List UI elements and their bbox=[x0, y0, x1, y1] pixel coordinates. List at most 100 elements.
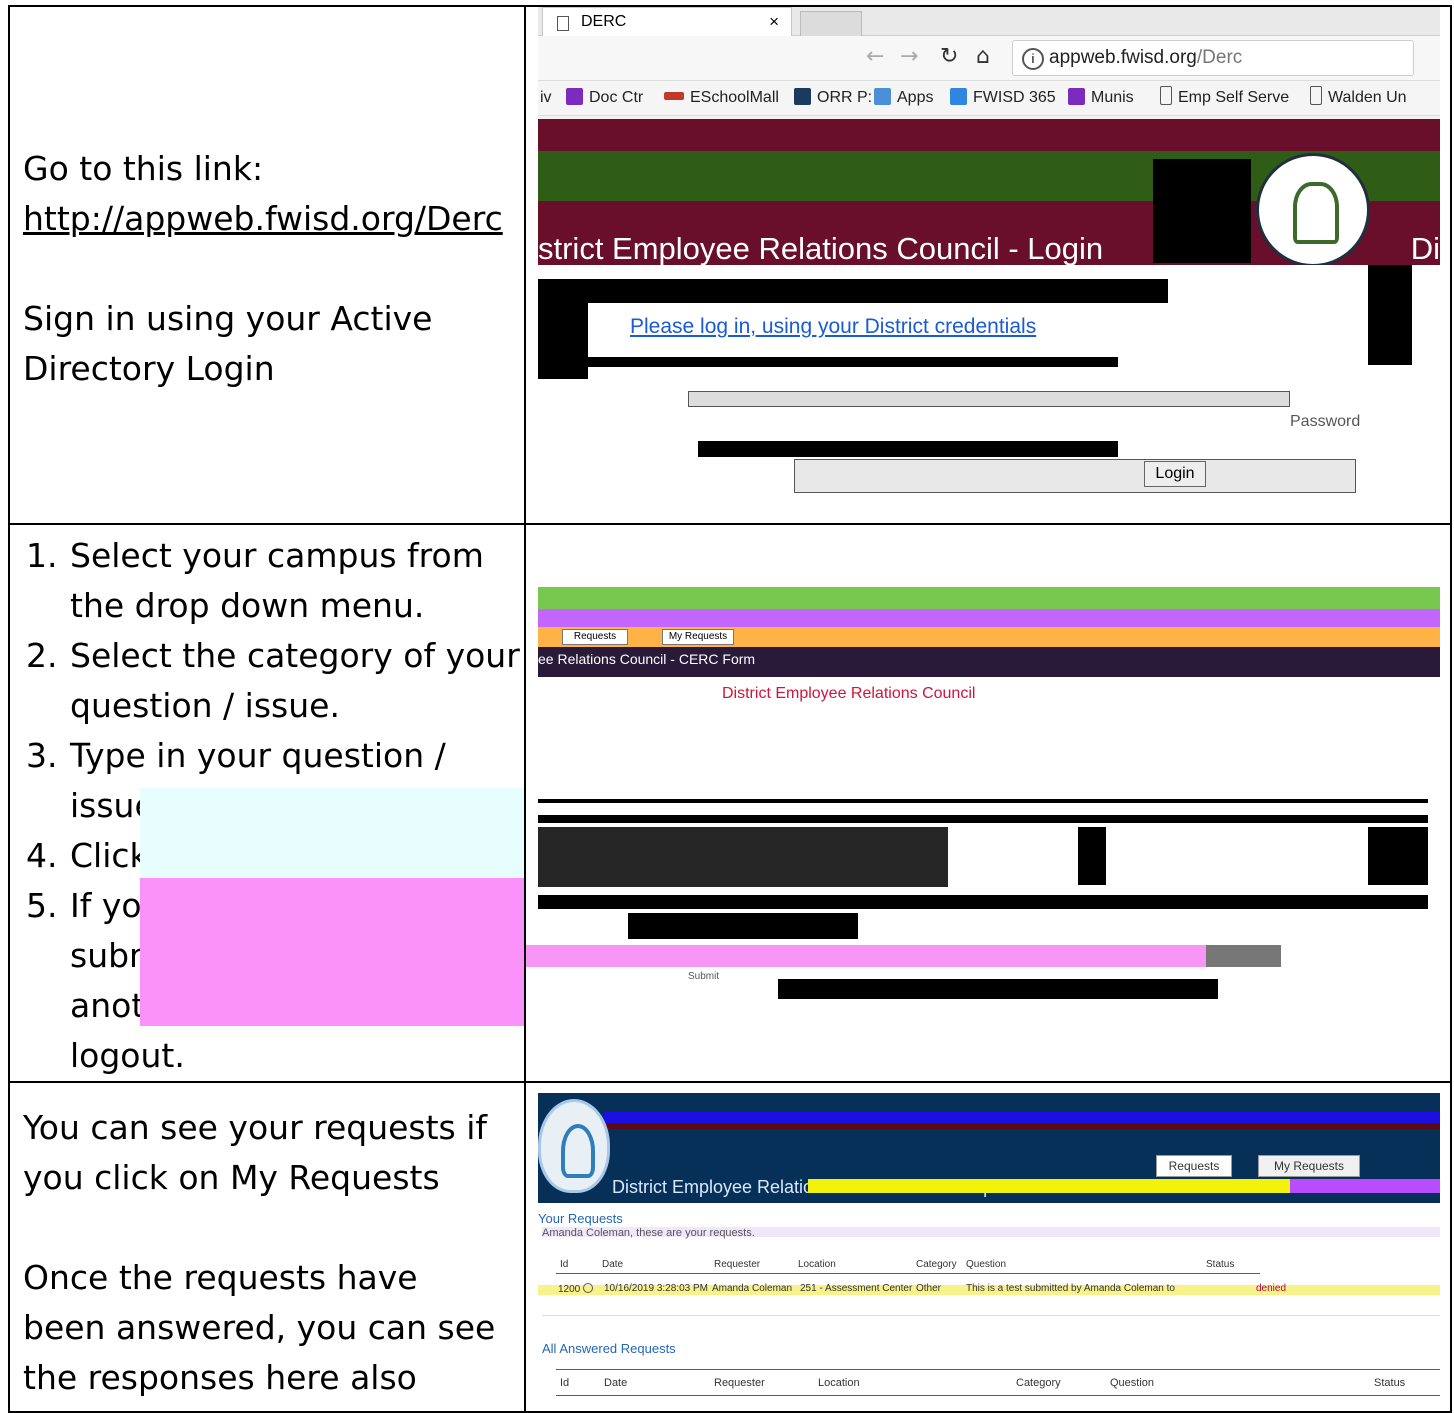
bookmark-iv[interactable]: iv bbox=[540, 81, 552, 115]
column-header: Question bbox=[1110, 1377, 1155, 1389]
your-requests-heading: Your Requests bbox=[538, 1211, 623, 1226]
document-icon bbox=[557, 16, 569, 31]
header-stripe bbox=[604, 1111, 1440, 1123]
row-question: This is a test submitted by Amanda Colem… bbox=[966, 1283, 1175, 1294]
bookmark-label: Emp Self Serve bbox=[1178, 89, 1290, 106]
artifact-block bbox=[588, 357, 1118, 367]
site-banner: strict Employee Relations Council - Logi… bbox=[538, 119, 1440, 289]
form-screenshot-cell: Requests My Requests ee Relations Counci… bbox=[524, 523, 1452, 1083]
artifact-block bbox=[538, 799, 1428, 803]
password-field[interactable] bbox=[794, 459, 1356, 493]
bookmark-doc-ctr[interactable]: Doc Ctr bbox=[566, 81, 643, 115]
highlight-stripe bbox=[527, 945, 1281, 967]
divider bbox=[556, 1273, 1260, 1274]
url-input[interactable]: i appweb.fwisd.org/Derc bbox=[1012, 40, 1414, 76]
username-field[interactable] bbox=[688, 391, 1290, 407]
url-host: appweb.fwisd.org bbox=[1049, 47, 1197, 68]
orr-icon bbox=[794, 88, 811, 105]
category-select[interactable] bbox=[538, 827, 948, 887]
my-requests-text: You can see your requests if you click o… bbox=[23, 1108, 488, 1197]
column-header: Requester bbox=[714, 1377, 765, 1389]
divider bbox=[556, 1369, 1440, 1370]
browser-tab[interactable]: DERC × bbox=[542, 8, 792, 36]
artifact-block bbox=[538, 279, 588, 379]
close-icon[interactable]: × bbox=[769, 8, 779, 36]
forward-arrow-icon[interactable]: → bbox=[900, 44, 918, 69]
column-header: Question bbox=[966, 1259, 1007, 1270]
form-screenshot: Requests My Requests ee Relations Counci… bbox=[538, 587, 1440, 1007]
step-3-instructions: You can see your requests if you click o… bbox=[8, 1081, 526, 1413]
bookmark-label: Apps bbox=[897, 89, 934, 106]
radio-icon[interactable] bbox=[583, 1283, 594, 1293]
bookmark-orr[interactable]: ORR P: bbox=[794, 81, 872, 115]
info-icon[interactable]: i bbox=[1022, 48, 1044, 70]
requests-screenshot: Requests My Requests District Employee R… bbox=[538, 1093, 1440, 1410]
bookmark-fwisd-365[interactable]: FWISD 365 bbox=[950, 81, 1056, 115]
artifact-block bbox=[1368, 265, 1412, 365]
bookmark-emp-self-serve[interactable]: Emp Self Serve bbox=[1160, 81, 1289, 115]
sharepoint-icon bbox=[566, 88, 583, 105]
column-header: Status bbox=[1206, 1259, 1235, 1270]
apps-grid-icon bbox=[874, 88, 891, 105]
campus-select[interactable] bbox=[538, 815, 1428, 823]
reload-icon[interactable]: ↻ bbox=[940, 44, 958, 69]
row-date: 10/16/2019 3:28:03 PM bbox=[604, 1283, 708, 1294]
district-seal-icon bbox=[1256, 153, 1370, 267]
header-stripe bbox=[604, 1123, 1440, 1129]
header-stripe bbox=[1290, 1179, 1440, 1193]
my-requests-button[interactable]: My Requests bbox=[1258, 1155, 1360, 1177]
bookmark-label: Doc Ctr bbox=[589, 89, 644, 106]
home-icon[interactable]: ⌂ bbox=[976, 44, 990, 69]
bookmark-eschoolmall[interactable]: ESchoolMall bbox=[664, 81, 779, 115]
derc-link[interactable]: http://appweb.fwisd.org/Derc bbox=[23, 194, 523, 244]
bookmark-munis[interactable]: Munis bbox=[1068, 81, 1134, 115]
column-header: Location bbox=[798, 1259, 836, 1270]
divider bbox=[556, 1395, 1440, 1396]
row-id: 1200 bbox=[558, 1284, 581, 1295]
bookmark-apps[interactable]: Apps bbox=[874, 81, 933, 115]
highlight-block bbox=[140, 788, 524, 878]
password-label: Password bbox=[1290, 413, 1361, 430]
bookmark-label: Munis bbox=[1091, 89, 1134, 106]
login-button[interactable]: Login bbox=[1144, 461, 1206, 487]
row-category: Other bbox=[916, 1283, 942, 1294]
browser-tabbar: DERC × bbox=[538, 8, 1440, 37]
requests-tab[interactable]: Requests bbox=[562, 629, 628, 645]
requests-screenshot-cell: Requests My Requests District Employee R… bbox=[524, 1081, 1452, 1413]
requests-button[interactable]: Requests bbox=[1156, 1155, 1232, 1177]
address-bar: ← → ↻ ⌂ i appweb.fwisd.org/Derc bbox=[538, 36, 1440, 81]
form-header-title: ee Relations Council - CERC Form bbox=[538, 651, 756, 667]
answered-text: Once the requests have been answered, yo… bbox=[23, 1258, 496, 1397]
artifact-block bbox=[588, 279, 1168, 303]
back-arrow-icon[interactable]: ← bbox=[866, 44, 884, 69]
column-header: Requester bbox=[714, 1259, 761, 1270]
login-title: strict Employee Relations Council - Logi… bbox=[538, 231, 1104, 266]
table-row[interactable]: 1200 bbox=[558, 1283, 594, 1295]
bookmark-label: FWISD 365 bbox=[973, 89, 1056, 106]
column-header: Status bbox=[1374, 1377, 1406, 1389]
eschoolmall-icon bbox=[664, 92, 684, 100]
column-header: Location bbox=[818, 1377, 860, 1389]
answered-requests-heading: All Answered Requests bbox=[542, 1341, 676, 1356]
new-tab-button[interactable] bbox=[800, 11, 862, 37]
submit-button[interactable]: Submit bbox=[688, 971, 719, 982]
artifact-block bbox=[698, 441, 1118, 457]
step-item: Select your campus from the drop down me… bbox=[68, 531, 523, 631]
login-screenshot: DERC × ← → ↻ ⌂ i appweb.fwisd.org/Derc i… bbox=[538, 8, 1440, 522]
bookmark-walden[interactable]: Walden Un bbox=[1310, 81, 1407, 115]
my-requests-tab[interactable]: My Requests bbox=[662, 629, 734, 645]
council-title: District Employee Relations Council bbox=[722, 685, 976, 702]
step-1-instructions: Go to this link: http://appweb.fwisd.org… bbox=[8, 5, 526, 525]
row-status: denied bbox=[1256, 1283, 1287, 1294]
column-header: Id bbox=[560, 1377, 570, 1389]
bookmark-label: ORR P: bbox=[817, 89, 873, 106]
login-message: Please log in, using your District crede… bbox=[630, 315, 1037, 338]
question-textarea[interactable] bbox=[538, 895, 1428, 909]
column-header: Date bbox=[602, 1259, 624, 1270]
column-header: Category bbox=[916, 1259, 957, 1270]
column-header: Id bbox=[560, 1259, 569, 1270]
sharepoint-icon bbox=[1068, 88, 1085, 105]
row-requester: Amanda Coleman bbox=[712, 1283, 793, 1294]
column-header: Category bbox=[1016, 1377, 1061, 1389]
district-logo-icon bbox=[538, 1099, 610, 1193]
